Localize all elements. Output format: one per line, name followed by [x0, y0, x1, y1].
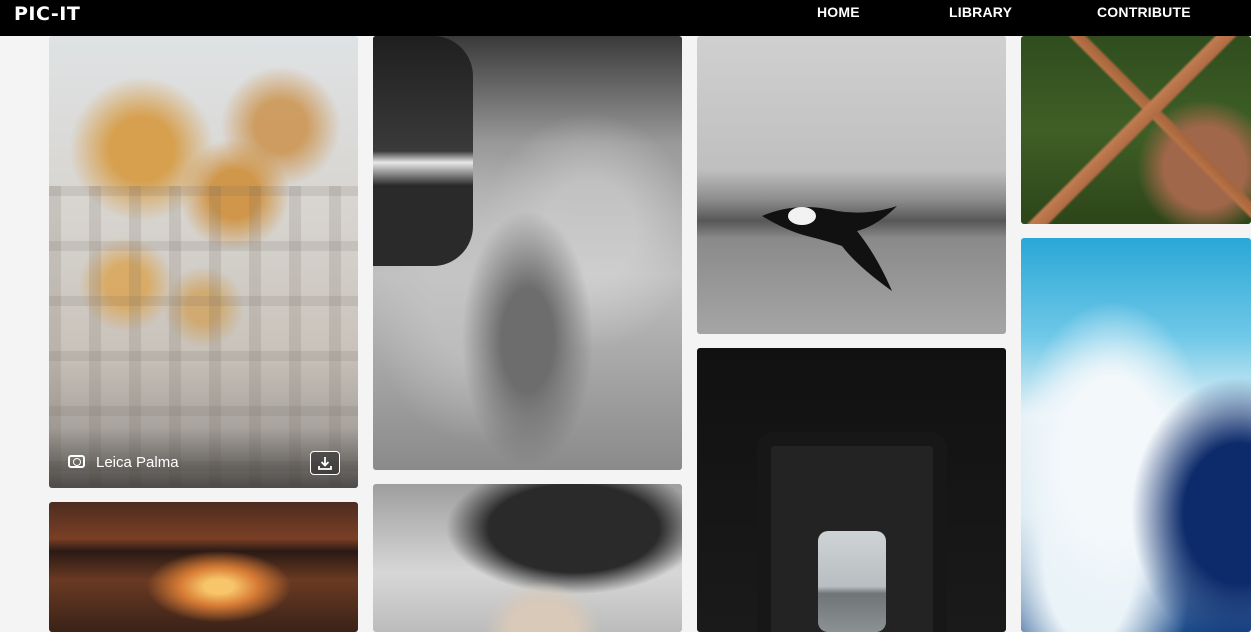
- top-navbar: PIC-IT HOME LIBRARY CONTRIBUTE: [0, 0, 1251, 36]
- snowy-rock: [373, 36, 473, 266]
- tree-building-photo[interactable]: Leica Palma: [49, 36, 358, 488]
- nav-library[interactable]: LIBRARY: [949, 4, 1012, 20]
- aerial-road-photo[interactable]: [1021, 36, 1251, 224]
- download-button[interactable]: [310, 451, 340, 475]
- tunnel-window: [818, 531, 886, 632]
- canyon-arch-photo[interactable]: [49, 502, 358, 632]
- tunnel-window-photo[interactable]: [697, 348, 1006, 632]
- nav-home[interactable]: HOME: [817, 4, 860, 20]
- nav-contribute[interactable]: CONTRIBUTE: [1097, 4, 1191, 20]
- woman-portrait-photo[interactable]: [373, 484, 682, 632]
- camera-icon: [68, 455, 85, 468]
- eagle-flight-photo[interactable]: [697, 36, 1006, 334]
- site-logo[interactable]: PIC-IT: [14, 3, 80, 25]
- download-icon: [318, 457, 332, 470]
- dancer-fabric-photo[interactable]: [373, 36, 682, 470]
- eagle-silhouette: [762, 206, 897, 291]
- ocean-wave-photo[interactable]: [1021, 238, 1251, 632]
- photographer-name: Leica Palma: [96, 454, 179, 471]
